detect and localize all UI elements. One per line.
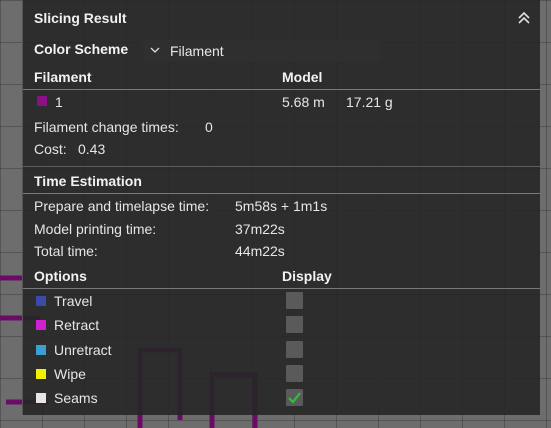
- color-scheme-value: Filament: [170, 43, 224, 59]
- filament-change-times-label: Filament change times:: [34, 119, 179, 135]
- seams-option-label: Seams: [54, 390, 98, 407]
- filament-change-times-value: 0: [205, 119, 213, 135]
- divider: [23, 193, 540, 194]
- model-printing-time-label: Model printing time:: [34, 221, 157, 237]
- retract-display-checkbox[interactable]: [286, 316, 303, 334]
- travel-display-checkbox[interactable]: [286, 292, 303, 309]
- wipe-display-checkbox[interactable]: [286, 364, 303, 382]
- filament-column-header: Filament: [34, 69, 92, 85]
- seams-display-checkbox[interactable]: [286, 389, 303, 407]
- slicing-result-panel: Slicing Result Color Scheme Filament Fil…: [22, 0, 540, 415]
- color-scheme-dropdown[interactable]: Filament: [143, 39, 381, 62]
- prepare-time-label: Prepare and timelapse time:: [34, 198, 210, 214]
- retract-color-swatch: [36, 320, 46, 331]
- seams-color-swatch: [36, 393, 46, 404]
- divider: [23, 166, 540, 167]
- unretract-display-checkbox[interactable]: [286, 340, 303, 358]
- display-column-header: Display: [282, 268, 332, 284]
- prepare-time-value: 5m58s + 1m1s: [235, 198, 328, 214]
- panel-title: Slicing Result: [34, 10, 127, 26]
- total-time-value: 44m22s: [235, 243, 285, 259]
- cost-value: 0.43: [78, 141, 106, 157]
- travel-color-swatch: [36, 296, 46, 306]
- divider: [23, 89, 540, 90]
- check-icon: [288, 392, 301, 404]
- chevron-down-icon: [150, 47, 160, 53]
- options-column-header: Options: [34, 268, 87, 284]
- unretract-option-label: Unretract: [54, 341, 112, 358]
- total-time-label: Total time:: [34, 243, 98, 259]
- filament-length: 5.68 m: [282, 94, 325, 110]
- retract-option-label: Retract: [54, 317, 100, 334]
- filament-color-swatch: [37, 96, 47, 106]
- wipe-color-swatch: [36, 368, 46, 379]
- model-printing-time-value: 37m22s: [235, 221, 285, 237]
- double-chevron-up-icon[interactable]: [516, 9, 532, 25]
- time-estimation-header: Time Estimation: [34, 173, 142, 189]
- unretract-color-swatch: [36, 344, 46, 355]
- filament-id: 1: [55, 94, 63, 110]
- model-column-header: Model: [282, 69, 323, 85]
- wipe-option-label: Wipe: [54, 365, 86, 382]
- color-scheme-label: Color Scheme: [34, 41, 129, 57]
- filament-weight: 17.21 g: [346, 94, 393, 110]
- divider: [23, 288, 540, 289]
- travel-option-label: Travel: [54, 293, 93, 309]
- cost-label: Cost:: [34, 141, 67, 157]
